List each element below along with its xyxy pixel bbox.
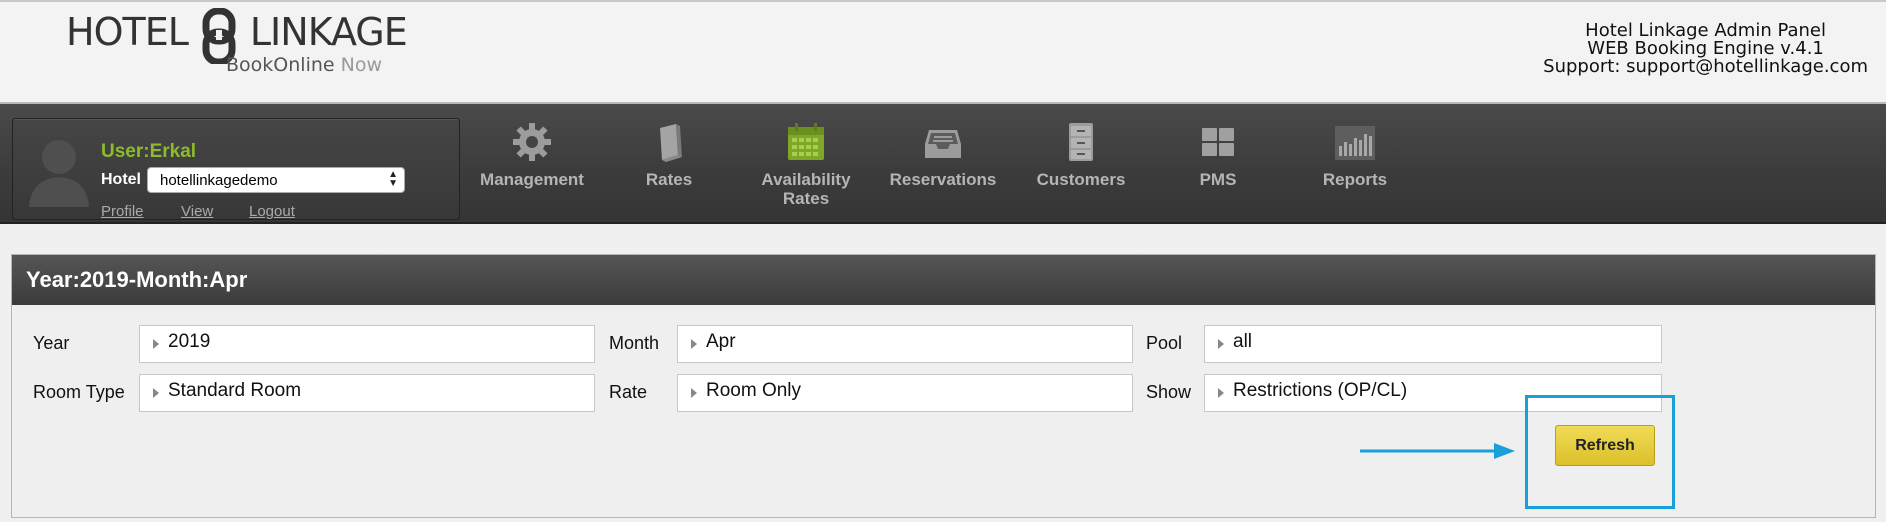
panel-info: Hotel Linkage Admin Panel WEB Booking En…: [1543, 22, 1868, 76]
nav-pms[interactable]: PMS: [1153, 122, 1283, 222]
logo-sub-now: Now: [340, 54, 383, 76]
gear-icon: [513, 123, 551, 161]
show-value: Restrictions (OP/CL): [1233, 380, 1408, 401]
expand-triangle-icon: [1218, 339, 1224, 349]
grid-icon: [1202, 128, 1234, 156]
pool-value: all: [1233, 331, 1253, 352]
nav-reservations-label: Reservations: [889, 170, 997, 189]
year-label: Year: [33, 333, 70, 353]
nav-management[interactable]: Management: [467, 122, 597, 222]
rate-select[interactable]: Room Only: [677, 374, 1133, 412]
inbox-icon: [925, 130, 961, 158]
nav-availability-rates-label: Availability Rates: [761, 170, 851, 208]
month-label: Month: [609, 333, 660, 353]
nav-customers[interactable]: Customers: [1016, 122, 1146, 222]
calendar-icon: [788, 123, 824, 160]
room-type-select[interactable]: Standard Room: [139, 374, 595, 412]
hotel-label: Hotel: [101, 171, 141, 188]
refresh-button[interactable]: Refresh: [1555, 425, 1655, 466]
year-value: 2019: [168, 331, 211, 352]
panel-info-support: Support: support@hotellinkage.com: [1543, 56, 1868, 77]
logo-text-left: HOTEL: [66, 10, 189, 54]
expand-triangle-icon: [153, 339, 159, 349]
logout-link[interactable]: Logout: [249, 203, 295, 220]
view-link[interactable]: View: [181, 203, 213, 220]
month-select[interactable]: Apr: [677, 325, 1133, 363]
avatar-icon: [29, 140, 89, 207]
nav-pms-label: PMS: [1199, 170, 1237, 189]
nav-management-label: Management: [480, 170, 584, 189]
nav-customers-label: Customers: [1036, 170, 1126, 189]
top-header: HOTEL LINKAGE BookOnline Now Hotel Linkag…: [0, 0, 1886, 104]
logo-text-right: LINKAGE: [249, 10, 408, 54]
pool-label: Pool: [1146, 333, 1183, 353]
annotation-arrow-icon: [1360, 443, 1515, 459]
hotel-select-value: hotellinkagedemo: [160, 172, 278, 189]
pool-select[interactable]: all: [1204, 325, 1662, 363]
nav-rates-label: Rates: [645, 170, 693, 189]
cabinet-icon: [1069, 123, 1093, 161]
hotel-select[interactable]: hotellinkagedemo ▲ ▼: [147, 167, 405, 193]
nav-rates[interactable]: Rates: [604, 122, 734, 222]
nav-reports[interactable]: Reports: [1290, 122, 1420, 222]
nav-reports-label: Reports: [1322, 170, 1388, 189]
nav-reservations[interactable]: Reservations: [878, 122, 1008, 222]
show-label: Show: [1146, 382, 1192, 402]
hotel-linkage-logo[interactable]: HOTEL LINKAGE BookOnline Now: [66, 4, 408, 84]
main-nav-bar: User:Erkal Hotel hotellinkagedemo ▲ ▼ Pro…: [0, 104, 1886, 224]
expand-triangle-icon: [691, 339, 697, 349]
room-type-value: Standard Room: [168, 380, 302, 401]
expand-triangle-icon: [1218, 388, 1224, 398]
bar-chart-icon: [1335, 126, 1375, 160]
year-select[interactable]: 2019: [139, 325, 595, 363]
panel-header: Year:2019-Month:Apr: [12, 255, 1875, 305]
panel-title: Year:2019-Month:Apr: [26, 267, 248, 292]
rate-value: Room Only: [706, 380, 802, 401]
expand-triangle-icon: [153, 388, 159, 398]
book-icon: [660, 124, 682, 162]
username: User:Erkal: [101, 141, 197, 162]
profile-link[interactable]: Profile: [101, 203, 144, 220]
room-type-label: Room Type: [33, 382, 125, 402]
select-arrows-icon: ▲ ▼: [388, 169, 398, 189]
nav-availability-rates[interactable]: Availability Rates: [741, 122, 871, 222]
rate-label: Rate: [609, 382, 648, 402]
month-value: Apr: [706, 331, 736, 352]
user-box: User:Erkal Hotel hotellinkagedemo ▲ ▼ Pro…: [12, 118, 460, 220]
expand-triangle-icon: [691, 388, 697, 398]
logo-sub-text: BookOnline: [226, 54, 335, 76]
